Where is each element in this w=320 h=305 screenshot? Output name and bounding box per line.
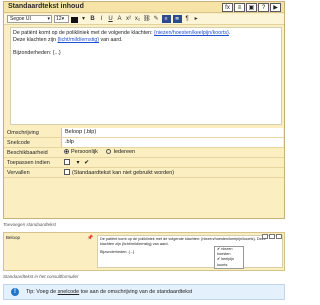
caption-add-text: Toevoegen standaardtekst (3, 222, 56, 227)
text-line: De patiënt komt op de polikliniek met de… (13, 30, 279, 37)
standard-text-editor: Standaardtekst inhoud fx ≡ ▣ ? ▶ Segoe U… (3, 1, 285, 219)
check-icon: ✔ (84, 160, 90, 166)
link-icon[interactable]: ⛓ (143, 15, 151, 23)
toolbar-button[interactable] (269, 234, 275, 239)
underline-button[interactable]: U (107, 15, 114, 23)
text-fragment: Deze klachten zijn (13, 37, 58, 43)
text-content-area[interactable]: De patiënt komt op de polikliniek met de… (10, 27, 282, 125)
insert-field-icon[interactable]: ▸ (193, 15, 200, 23)
vervallen-note: (Standaardtekst kan niet gebruikt worden… (72, 170, 175, 176)
caption-consult: Standaardtekst in het consultformulier (3, 274, 79, 279)
superscript-button[interactable]: x² (125, 15, 132, 23)
consult-line: Bijzonderheden: {...} (100, 250, 135, 254)
radio-personal-label: Persoonlijk (71, 149, 98, 155)
omschrijving-field[interactable]: Beloop (.blp) (61, 128, 283, 137)
property-row-beschikbaarheid: Beschikbaarheid Persoonlijk Iedereen (4, 148, 284, 158)
window-buttons: fx ≡ ▣ ? ▶ (222, 3, 281, 12)
toolbar-button[interactable] (276, 234, 282, 239)
vervallen-control: (Standaardtekst kan niet gebruikt worden… (61, 168, 283, 177)
availability-options: Persoonlijk Iedereen (61, 148, 283, 157)
property-row-toepassen: Toepassen indien ▾ ✔ (4, 158, 284, 168)
tip-text: Tip: Voeg de snelcode toe aan de omschri… (26, 289, 192, 295)
format-toolbar: Segoe UI ▾ 12▾ ▾ B I U A x² x₂ ⛓ ✎ ≡ ≣ ¶… (4, 14, 284, 25)
paragraph-button[interactable]: ¶ (184, 15, 191, 23)
choice-option[interactable]: koorts (215, 263, 243, 268)
italic-button[interactable]: I (98, 15, 105, 23)
help-button[interactable]: ? (258, 3, 269, 12)
tip-keyword: snelcode (57, 289, 80, 295)
subscript-button[interactable]: x₂ (134, 15, 141, 23)
property-row-snelcode: Snelcode .blp (4, 138, 284, 148)
vervallen-label: Vervallen (7, 170, 30, 176)
chevron-down-icon: ▾ (47, 16, 50, 22)
consult-item-label: Beloop (6, 235, 21, 240)
consult-line: klachten zijn {licht/mild/ernstig} van a… (100, 242, 169, 246)
radio-everyone-label: Iedereen (113, 149, 136, 155)
text-fragment: van aard. (98, 37, 123, 43)
snelcode-field[interactable]: .blp (61, 138, 283, 147)
window-button[interactable]: ▣ (246, 3, 257, 12)
choice-field[interactable]: {licht/mild/ernstig} (57, 37, 99, 43)
pin-icon[interactable]: 📌 (87, 235, 93, 241)
list-button[interactable]: ≡ (234, 3, 245, 12)
consult-text-box[interactable]: De patiënt komt op de polikliniek met de… (97, 235, 283, 269)
font-select[interactable]: Segoe UI ▾ (7, 15, 52, 23)
beschikbaarheid-label: Beschikbaarheid (7, 150, 48, 156)
consult-toolbar (262, 234, 282, 239)
editor-titlebar: Standaardtekst inhoud fx ≡ ▣ ? ▶ (4, 2, 284, 13)
info-icon: ! (11, 288, 19, 296)
text-fragment: De patiënt komt op de polikliniek met de… (13, 30, 155, 36)
font-size-select[interactable]: 12▾ (54, 15, 69, 23)
toepassen-label: Toepassen indien (7, 160, 50, 166)
choice-field[interactable]: {niezen/hoesten/keelpijn/koorts} (154, 30, 229, 36)
pin-icon[interactable]: ✎ (153, 15, 160, 23)
property-row-omschrijving: Omschrijving Beloop (.blp) (4, 128, 284, 138)
chevron-down-icon[interactable]: ▾ (80, 15, 87, 23)
font-select-value: Segoe UI (10, 16, 31, 22)
omschrijving-label: Omschrijving (7, 130, 39, 136)
text-line: Deze klachten zijn {licht/mild/ernstig} … (13, 37, 279, 44)
tip-prefix: Tip: Voeg de (26, 289, 58, 295)
bold-button[interactable]: B (89, 15, 96, 23)
tip-suffix: toe aan de omschrijving van de standaard… (79, 289, 193, 295)
text-fragment: . (228, 30, 231, 36)
consult-form-panel: Beloop 📌 De patiënt komt op de poliklini… (3, 232, 285, 271)
choice-popup: ✔ niezen hoesten ✔ keelpijn koorts (214, 246, 244, 269)
toolbar-button[interactable] (262, 234, 268, 239)
snelcode-label: Snelcode (7, 140, 30, 146)
formula-button[interactable]: fx (222, 3, 233, 12)
text-color-icon[interactable] (71, 16, 78, 23)
font-color-button[interactable]: A (116, 15, 123, 23)
radio-personal[interactable] (64, 149, 69, 154)
tip-box: ! Tip: Voeg de snelcode toe aan de omsch… (3, 284, 285, 300)
next-button[interactable]: ▶ (270, 3, 281, 12)
align-justify-button[interactable]: ≣ (172, 15, 182, 23)
align-left-button[interactable]: ≡ (161, 15, 171, 23)
radio-everyone[interactable] (106, 149, 112, 154)
chevron-down-icon: ▾ (61, 16, 65, 22)
condition-controls: ▾ ✔ (61, 158, 283, 167)
text-line: Bijzonderheden: {...} (13, 50, 61, 56)
editor-title: Standaardtekst inhoud (8, 3, 84, 10)
vervallen-checkbox[interactable] (64, 169, 70, 175)
properties-panel: Omschrijving Beloop (.blp) Snelcode .blp… (4, 128, 284, 178)
condition-select[interactable] (64, 159, 70, 165)
chevron-down-icon[interactable]: ▾ (77, 160, 80, 166)
property-row-vervallen: Vervallen (Standaardtekst kan niet gebru… (4, 168, 284, 178)
